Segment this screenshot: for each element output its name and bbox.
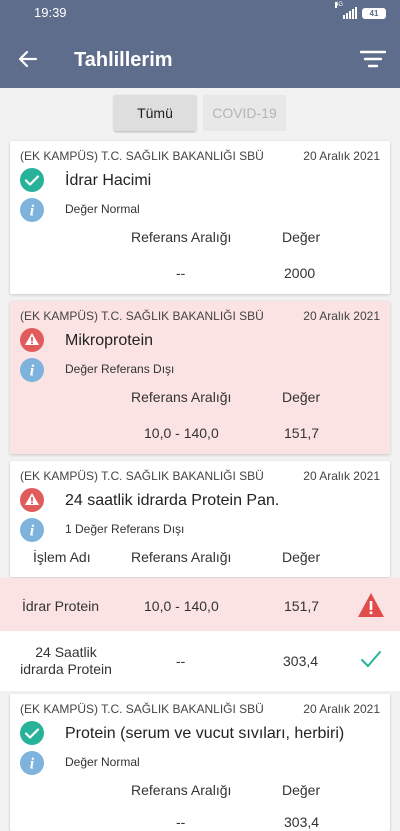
hospital-name: (EK KAMPÜS) T.C. SAĞLIK BAKANLIĞI SBÜ: [20, 702, 264, 716]
warning-circle-icon: [20, 488, 44, 512]
name-header: İşlem Adı: [33, 549, 91, 565]
warning-circle-icon: [20, 328, 44, 352]
filter-icon[interactable]: [360, 47, 386, 71]
ref-range-value: 10,0 - 140,0: [144, 598, 219, 614]
check-circle-icon: [20, 721, 44, 745]
hospital-name: (EK KAMPÜS) T.C. SAĞLIK BAKANLIĞI SBÜ: [20, 149, 264, 163]
status-note: Değer Referans Dışı: [65, 362, 175, 376]
test-date: 20 Aralık 2021: [303, 702, 380, 716]
test-card[interactable]: (EK KAMPÜS) T.C. SAĞLIK BAKANLIĞI SBÜ 20…: [10, 141, 390, 294]
info-icon: i: [20, 751, 44, 775]
ref-range-header: Referans Aralığı: [131, 782, 232, 798]
status-bar: 19:39 4G 41: [0, 0, 400, 30]
network-type: 4G: [335, 2, 344, 8]
svg-text:i: i: [30, 523, 35, 540]
test-date: 20 Aralık 2021: [303, 469, 380, 483]
status-note: Değer Normal: [65, 202, 140, 216]
test-name: 24 saatlik idrarda Protein Pan.: [65, 492, 280, 509]
svg-text:i: i: [30, 363, 35, 380]
info-icon: i: [20, 358, 44, 382]
warning-triangle-icon: [358, 593, 384, 617]
test-date: 20 Aralık 2021: [303, 309, 380, 323]
ref-range-value: --: [176, 814, 186, 830]
signal-icon: 4G: [335, 2, 357, 19]
check-icon: [361, 651, 381, 667]
ref-range-header: Referans Aralığı: [131, 229, 232, 245]
svg-text:i: i: [30, 756, 35, 773]
filter-tabs: Tümü COVID-19: [0, 88, 400, 138]
page-title: Tahlillerim: [74, 49, 173, 71]
ref-range-value: --: [176, 653, 186, 669]
hospital-name: (EK KAMPÜS) T.C. SAĞLIK BAKANLIĞI SBÜ: [20, 469, 264, 483]
battery-icon: 41: [362, 7, 386, 19]
result-value: 151,7: [284, 425, 320, 441]
result-value: 303,4: [283, 653, 319, 669]
info-icon: i: [20, 518, 44, 542]
test-card[interactable]: (EK KAMPÜS) T.C. SAĞLIK BAKANLIĞI SBÜ 20…: [10, 301, 390, 454]
test-name: İdrar Hacimi: [65, 172, 152, 189]
ref-range-value: --: [176, 265, 186, 281]
result-value: 151,7: [284, 598, 320, 614]
ref-range-value: 10,0 - 140,0: [144, 425, 219, 441]
table-row[interactable]: İdrar Protein 10,0 - 140,0 151,7: [0, 578, 400, 631]
table-row[interactable]: 24 Saatlik idrarda Protein -- 303,4: [0, 631, 400, 691]
hospital-name: (EK KAMPÜS) T.C. SAĞLIK BAKANLIĞI SBÜ: [20, 309, 264, 323]
test-name: Mikroprotein: [65, 332, 154, 349]
status-note: 1 Değer Referans Dışı: [65, 522, 185, 536]
ref-range-header: Referans Aralığı: [131, 389, 232, 405]
status-icons: 4G 41: [335, 2, 386, 19]
tab-covid-19[interactable]: COVID-19: [203, 95, 286, 131]
test-card[interactable]: (EK KAMPÜS) T.C. SAĞLIK BAKANLIĞI SBÜ 20…: [10, 461, 390, 577]
ref-range-header: Referans Aralığı: [131, 549, 232, 565]
arrow-left-icon[interactable]: [16, 47, 40, 71]
tab-all[interactable]: Tümü: [114, 95, 196, 131]
value-header: Değer: [282, 389, 321, 405]
svg-text:i: i: [30, 203, 35, 220]
app-bar: Tahlillerim: [0, 30, 400, 88]
result-value: 2000: [284, 265, 316, 281]
value-header: Değer: [282, 549, 321, 565]
test-card[interactable]: (EK KAMPÜS) T.C. SAĞLIK BAKANLIĞI SBÜ 20…: [10, 694, 390, 831]
result-value: 303,4: [284, 814, 320, 830]
status-time: 19:39: [34, 5, 67, 20]
sub-test-name: İdrar Protein: [22, 598, 100, 614]
test-name: Protein (serum ve vucut sıvıları, herbir…: [65, 725, 345, 742]
info-icon: i: [20, 198, 44, 222]
sub-test-name: 24 Saatlik idrarda Protein: [20, 644, 112, 677]
value-header: Değer: [282, 229, 321, 245]
value-header: Değer: [282, 782, 321, 798]
check-circle-icon: [20, 168, 44, 192]
status-note: Değer Normal: [65, 755, 140, 769]
test-date: 20 Aralık 2021: [303, 149, 380, 163]
